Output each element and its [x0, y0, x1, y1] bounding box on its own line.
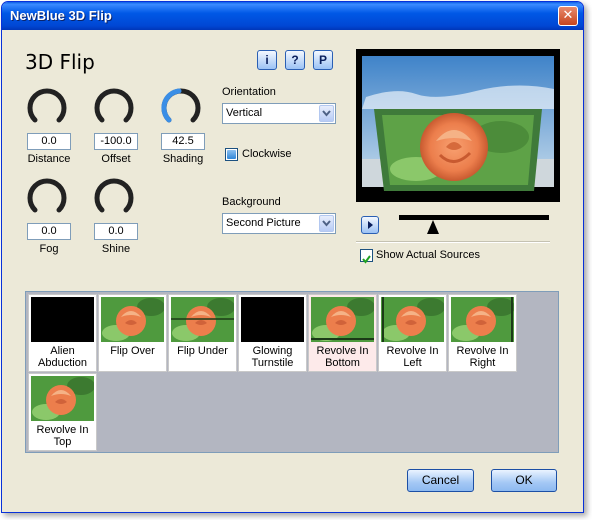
- orientation-label: Orientation: [222, 86, 276, 98]
- timeline-thumb[interactable]: [427, 220, 439, 234]
- orientation-select[interactable]: Vertical: [222, 103, 336, 124]
- background-value: Second Picture: [226, 217, 301, 229]
- presets-button[interactable]: P: [313, 50, 333, 70]
- preview-image: [362, 56, 554, 191]
- window-title: NewBlue 3D Flip: [10, 8, 112, 23]
- dial-icon[interactable]: [159, 86, 203, 130]
- preset-glowing-turnstile[interactable]: Glowing Turnstile: [238, 294, 307, 372]
- close-button[interactable]: ✕: [558, 6, 578, 26]
- help-button[interactable]: ?: [285, 50, 305, 70]
- dial-icon[interactable]: [25, 176, 69, 220]
- preset-thumbnail: [31, 376, 94, 421]
- divider: [356, 241, 550, 243]
- preset-label: Flip Over: [110, 345, 155, 357]
- preset-label: Revolve In Right: [456, 345, 509, 369]
- fog-label: Fog: [39, 243, 59, 255]
- orientation-value: Vertical: [226, 107, 263, 119]
- check-icon: [362, 255, 371, 264]
- offset-label: Offset: [101, 153, 131, 165]
- preset-thumbnail: [241, 297, 304, 342]
- info-icon: i: [265, 53, 269, 67]
- preset-thumbnail: [451, 297, 514, 342]
- chevron-down-icon[interactable]: [319, 105, 334, 122]
- clockwise-label: Clockwise: [242, 148, 292, 160]
- preset-flip-over[interactable]: Flip Over: [98, 294, 167, 372]
- fog-value[interactable]: 0.0: [27, 223, 71, 240]
- preset-thumbnail: [31, 297, 94, 342]
- preset-thumbnail: [101, 297, 164, 342]
- offset-value[interactable]: -100.0: [94, 133, 138, 150]
- preset-label: Revolve In Left: [386, 345, 439, 369]
- timeline-slider[interactable]: [399, 215, 549, 220]
- clockwise-checkbox[interactable]: [225, 148, 238, 161]
- preset-alien-abduction[interactable]: Alien Abduction: [28, 294, 97, 372]
- distance-label: Distance: [27, 153, 71, 165]
- preset-label: Flip Under: [177, 345, 228, 357]
- title-bar[interactable]: NewBlue 3D Flip ✕: [2, 2, 583, 30]
- play-icon: [368, 221, 373, 229]
- shading-label: Shading: [162, 153, 204, 165]
- dial-icon[interactable]: [92, 176, 136, 220]
- effect-title: 3D Flip: [25, 50, 95, 74]
- preset-thumbnail: [381, 297, 444, 342]
- show-sources-label: Show Actual Sources: [376, 249, 480, 261]
- show-sources-checkbox[interactable]: [360, 249, 373, 264]
- preset-thumbnail: [311, 297, 374, 342]
- cancel-button[interactable]: Cancel: [407, 469, 474, 492]
- distance-value[interactable]: 0.0: [27, 133, 71, 150]
- preset-revolve-in-left[interactable]: Revolve In Left: [378, 294, 447, 372]
- preset-gallery: Alien Abduction Flip Over Flip Under Glo…: [25, 291, 559, 453]
- preset-label: Revolve In Top: [36, 424, 89, 448]
- preset-label: Revolve In Bottom: [316, 345, 369, 369]
- shine-value[interactable]: 0.0: [94, 223, 138, 240]
- preset-thumbnail: [171, 297, 234, 342]
- background-label: Background: [222, 196, 281, 208]
- presets-icon: P: [318, 53, 327, 67]
- preset-label: Glowing Turnstile: [251, 345, 294, 369]
- shine-label: Shine: [101, 243, 131, 255]
- preset-revolve-in-bottom[interactable]: Revolve In Bottom: [308, 294, 377, 372]
- dial-icon[interactable]: [25, 86, 69, 130]
- close-icon: ✕: [562, 8, 574, 23]
- preset-flip-under[interactable]: Flip Under: [168, 294, 237, 372]
- help-icon: ?: [291, 53, 299, 67]
- checkbox-fill: [227, 150, 236, 159]
- shading-value[interactable]: 42.5: [161, 133, 205, 150]
- ok-button[interactable]: OK: [491, 469, 557, 492]
- info-button[interactable]: i: [257, 50, 277, 70]
- background-select[interactable]: Second Picture: [222, 213, 336, 234]
- play-button[interactable]: [361, 216, 379, 234]
- preset-label: Alien Abduction: [38, 345, 87, 369]
- dial-icon[interactable]: [92, 86, 136, 130]
- preset-revolve-in-top[interactable]: Revolve In Top: [28, 373, 97, 451]
- preview-panel: [356, 49, 560, 202]
- preset-revolve-in-right[interactable]: Revolve In Right: [448, 294, 517, 372]
- dialog-window: NewBlue 3D Flip ✕ 3D Flip i ? P 0.0 Dist…: [1, 1, 584, 513]
- chevron-down-icon[interactable]: [319, 215, 334, 232]
